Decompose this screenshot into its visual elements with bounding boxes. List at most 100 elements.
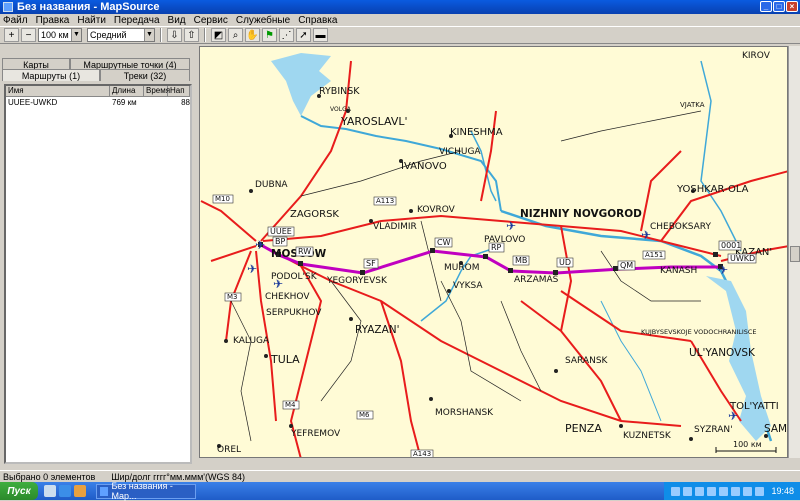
tabs-row-bottom: Маршруты (1) Треки (32)	[2, 69, 190, 81]
city-dot	[249, 189, 253, 193]
maximize-button[interactable]: □	[773, 1, 785, 12]
waypoint-label[interactable]: UUEE	[270, 227, 292, 236]
pan-hand-icon[interactable]: ✋	[245, 28, 260, 42]
col-name[interactable]: Имя	[6, 86, 110, 96]
task-mapsource[interactable]: Без названия - Map...	[96, 481, 196, 501]
tab-tracks[interactable]: Треки (32)	[100, 69, 190, 81]
menu-help[interactable]: Справка	[298, 15, 337, 26]
route-point[interactable]	[430, 248, 435, 253]
route-tool-icon[interactable]: ⋰	[279, 28, 294, 42]
road-label: A113	[376, 197, 394, 205]
city-label: SERPUKHOV	[266, 308, 322, 318]
select-map-icon[interactable]: ◩	[211, 28, 226, 42]
city-dot	[224, 339, 228, 343]
city-label: KANASH	[660, 266, 697, 276]
selection-arrow-icon[interactable]: ➚	[296, 28, 311, 42]
map-canvas[interactable]: ✈ ✈ ✈ ✈ ✈ ✈ ✈ KIROV RYBINSK YAROSLAVL' K…	[199, 46, 788, 458]
route-point[interactable]	[298, 261, 303, 266]
city-label: YEFREMOV	[290, 429, 341, 439]
route-point[interactable]	[360, 270, 365, 275]
waypoint-label[interactable]: UD	[559, 258, 571, 267]
city-label: NIZHNIY NOVGOROD	[520, 208, 642, 220]
zoom-select[interactable]: 100 км ▼	[38, 28, 82, 42]
tray-icon[interactable]	[695, 486, 705, 496]
routes-list[interactable]: Имя Длина Время Нап UUEE-UWKD 769 км 88	[4, 84, 192, 464]
tab-routes[interactable]: Маршруты (1)	[2, 69, 100, 81]
menu-find[interactable]: Найти	[77, 15, 106, 26]
city-label: KINESHMA	[450, 127, 503, 138]
menu-edit[interactable]: Правка	[36, 15, 70, 26]
waypoint-flag-icon[interactable]: ⚑	[262, 28, 277, 42]
city-label: KOVROV	[417, 205, 456, 215]
waypoint-label[interactable]: RW	[298, 247, 311, 256]
minimize-button[interactable]: _	[760, 1, 772, 12]
waypoint-label[interactable]: CW	[437, 238, 451, 247]
map-vertical-scrollbar[interactable]	[788, 46, 800, 458]
clock[interactable]: 19:48	[771, 486, 794, 496]
list-item[interactable]: UUEE-UWKD 769 км 88	[6, 97, 190, 108]
road-label: M10	[215, 195, 230, 203]
city-dot	[349, 317, 353, 321]
waypoint-label[interactable]: UWKD	[730, 254, 755, 263]
route-point[interactable]	[713, 252, 718, 257]
window-title-bar: Без названия - MapSource _ □ ×	[0, 0, 800, 14]
menu-view[interactable]: Вид	[168, 15, 186, 26]
tray-icon[interactable]	[671, 486, 681, 496]
waypoint-label[interactable]: SF	[366, 259, 376, 268]
start-button[interactable]: Пуск	[0, 482, 38, 500]
toolbar-separator	[160, 28, 162, 42]
city-dot	[447, 289, 451, 293]
col-time[interactable]: Время	[144, 86, 170, 96]
tray-icon[interactable]	[719, 486, 729, 496]
list-header: Имя Длина Время Нап	[6, 86, 190, 97]
tray-icon[interactable]	[707, 486, 717, 496]
zoom-tool-icon[interactable]: ⌕	[228, 28, 243, 42]
route-length: 769 км	[112, 98, 137, 107]
tray-icon[interactable]	[755, 486, 765, 496]
tray-icon[interactable]	[683, 486, 693, 496]
col-length[interactable]: Длина	[110, 86, 144, 96]
city-label: MUROM	[444, 263, 479, 273]
menu-tools[interactable]: Сервис	[194, 15, 228, 26]
route-point[interactable]	[613, 266, 618, 271]
city-dot	[689, 437, 693, 441]
menu-file[interactable]: Файл	[3, 15, 28, 26]
city-label: TOL'YATTI	[729, 401, 779, 412]
browser-icon[interactable]	[59, 485, 71, 497]
distance-tool-icon[interactable]: ▬	[313, 28, 328, 42]
waypoint-label[interactable]: BP	[275, 237, 285, 246]
tray-icon[interactable]	[731, 486, 741, 496]
city-dot	[619, 424, 623, 428]
menu-transfer[interactable]: Передача	[114, 15, 160, 26]
city-dot	[264, 354, 268, 358]
menu-utilities[interactable]: Служебные	[236, 15, 290, 26]
send-to-device-icon[interactable]: ⇧	[184, 28, 199, 42]
route-time	[144, 97, 168, 108]
zoom-value: 100 км	[41, 30, 69, 40]
airport-icon: ✈	[506, 219, 516, 233]
waypoint-label[interactable]: 0001	[721, 241, 741, 250]
city-label: YAROSLAVL'	[340, 115, 408, 128]
receive-from-device-icon[interactable]: ⇩	[167, 28, 182, 42]
city-dot	[409, 209, 413, 213]
media-icon[interactable]	[74, 485, 86, 497]
waypoint-label[interactable]: RP	[491, 243, 502, 252]
scrollbar-thumb[interactable]	[790, 246, 800, 262]
detail-select[interactable]: Средний ▼	[87, 28, 155, 42]
route-point[interactable]	[483, 254, 488, 259]
col-direction[interactable]: Нап	[168, 86, 190, 96]
route-direction: 88	[181, 98, 190, 107]
tray-icon[interactable]	[743, 486, 753, 496]
route-point[interactable]	[508, 268, 513, 273]
city-label: PODOL'SK	[271, 272, 318, 282]
waypoint-label[interactable]: QM	[620, 261, 633, 270]
desktop-icon[interactable]	[44, 485, 56, 497]
close-button[interactable]: ×	[786, 1, 798, 12]
city-label: CHEBOKSARY	[650, 222, 711, 232]
task-label: Без названия - Map...	[111, 481, 173, 501]
zoom-out-icon[interactable]: −	[21, 28, 36, 42]
toolbar-separator	[204, 28, 206, 42]
city-label: VJATKA	[680, 101, 705, 109]
zoom-in-icon[interactable]: +	[4, 28, 19, 42]
waypoint-label[interactable]: MB	[515, 256, 527, 265]
